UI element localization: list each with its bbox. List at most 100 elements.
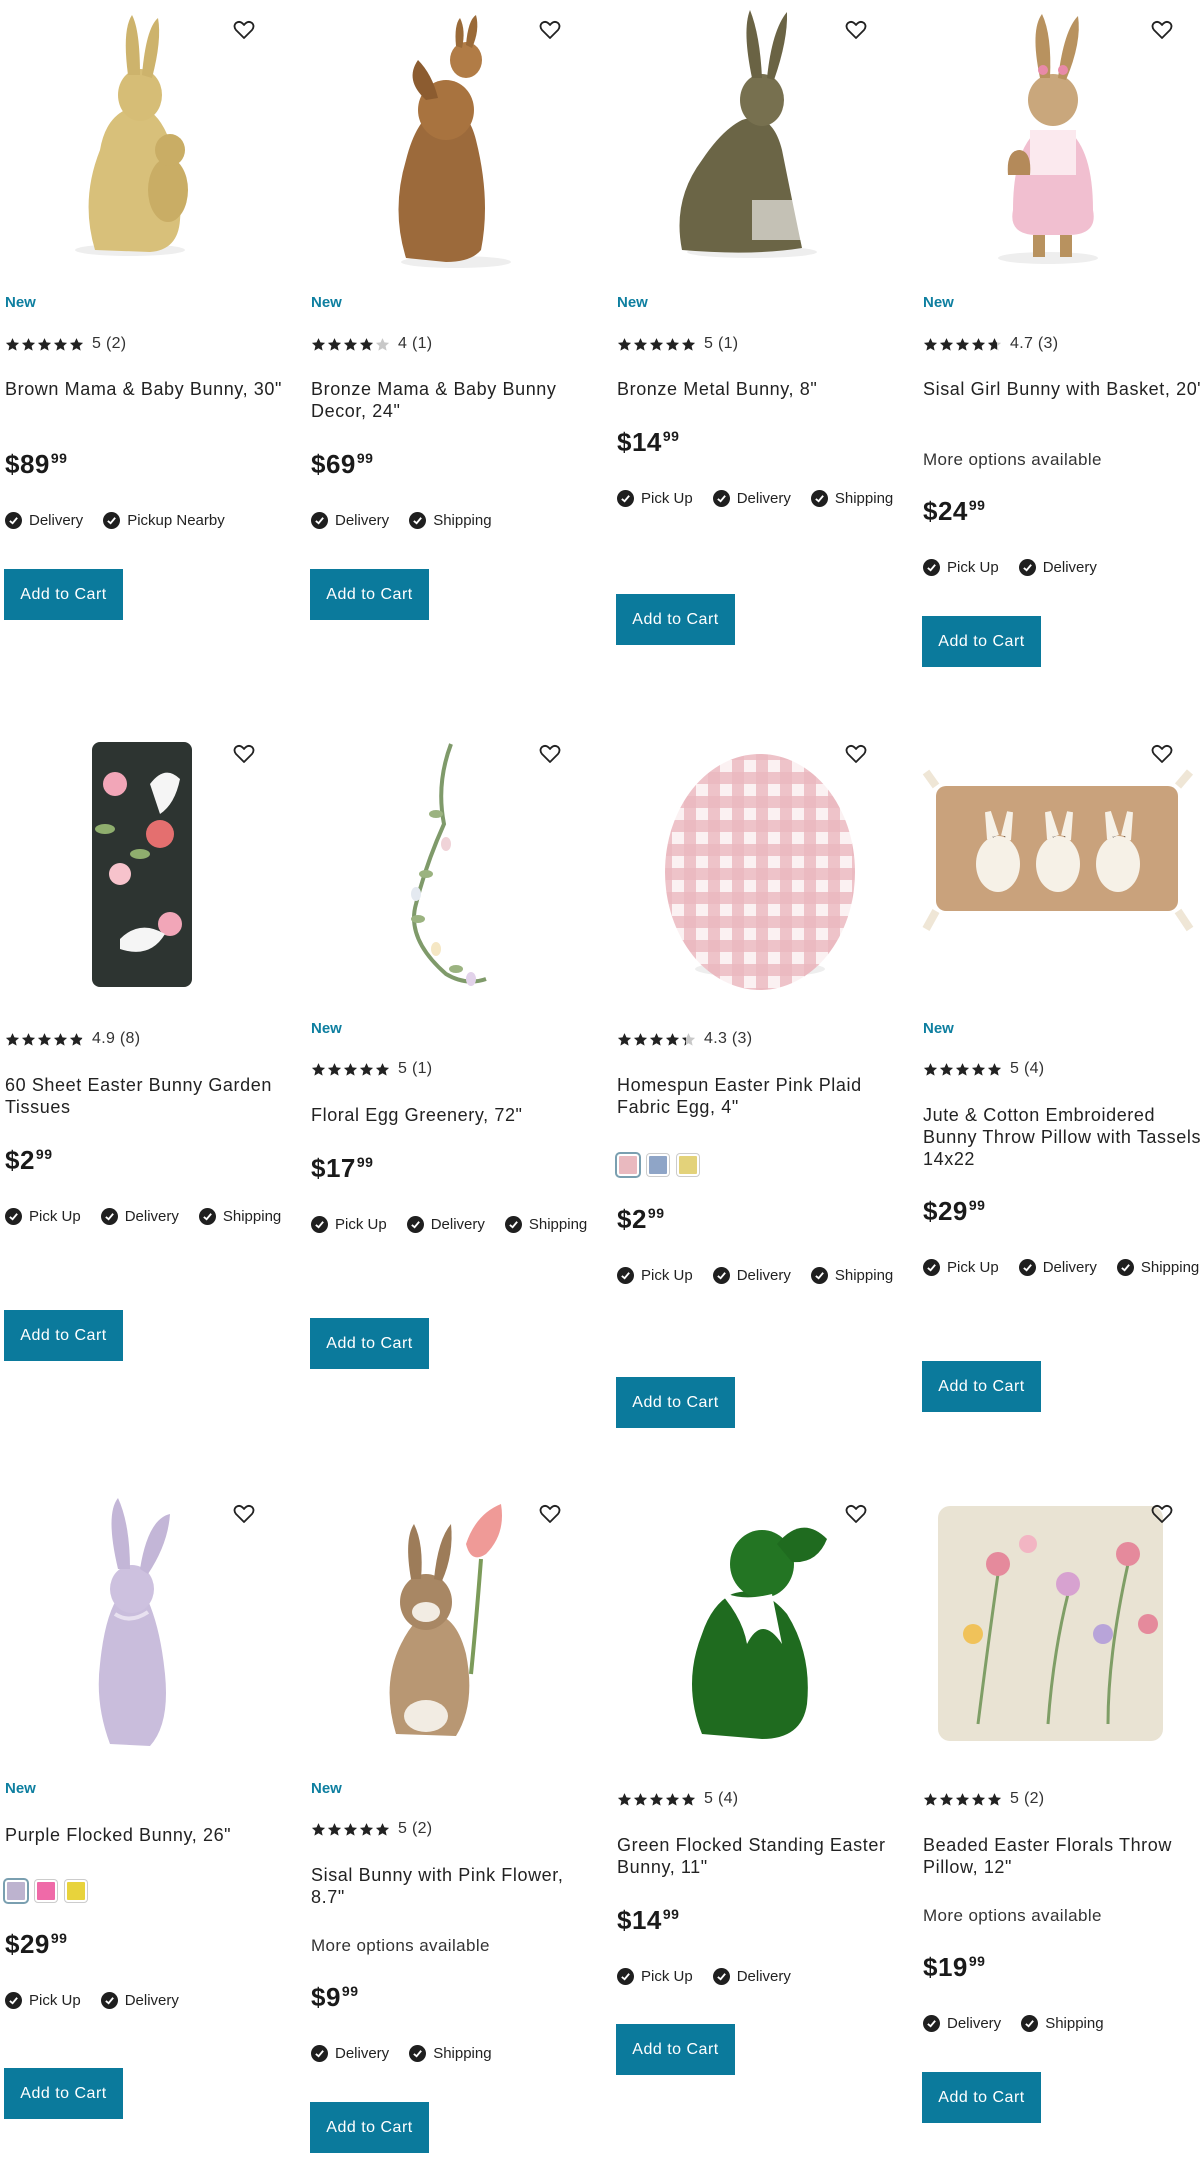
star-icon: [955, 337, 970, 351]
check-icon: [409, 511, 427, 529]
add-to-cart-button[interactable]: Add to Cart: [310, 2102, 429, 2153]
fulfillment-option: Pickup Nearby: [103, 508, 225, 532]
star-icon: [359, 1062, 374, 1076]
add-to-cart-button[interactable]: Add to Cart: [922, 2072, 1041, 2123]
wishlist-heart-icon[interactable]: [844, 1502, 868, 1526]
fulfillment-option: Shipping: [1021, 2011, 1104, 2035]
more-options-text[interactable]: More options available: [923, 1906, 1200, 1926]
product-title[interactable]: Brown Mama & Baby Bunny, 30": [5, 378, 290, 400]
star-icon: [311, 1822, 326, 1836]
fulfillment-options: Pick Up Delivery Shipping: [923, 1255, 1200, 1279]
add-to-cart-button[interactable]: Add to Cart: [4, 1310, 123, 1361]
rating[interactable]: 4 (1): [311, 335, 596, 353]
wishlist-heart-icon[interactable]: [1150, 18, 1174, 42]
color-swatch[interactable]: [617, 1154, 639, 1176]
fulfillment-options: Pick Up Delivery Shipping: [5, 1204, 295, 1228]
rating[interactable]: 5 (1): [617, 335, 902, 353]
fulfillment-option: Pick Up: [5, 1988, 81, 2012]
rating[interactable]: 5 (4): [617, 1790, 902, 1808]
rating-stars: [617, 1792, 696, 1807]
add-to-cart-button[interactable]: Add to Cart: [4, 2068, 123, 2119]
product-title[interactable]: Homespun Easter Pink Plaid Fabric Egg, 4…: [617, 1074, 902, 1118]
star-icon: [375, 1062, 390, 1076]
more-options-text[interactable]: More options available: [923, 450, 1200, 470]
star-icon: [21, 337, 36, 351]
rating[interactable]: 4.7 (3): [923, 335, 1200, 353]
star-icon: [327, 1822, 342, 1836]
check-icon: [923, 1258, 940, 1276]
check-icon: [5, 511, 22, 529]
star-icon: [987, 1792, 1002, 1806]
fulfillment-option: Delivery: [1018, 1255, 1097, 1279]
rating[interactable]: 5 (2): [923, 1790, 1200, 1808]
color-swatch[interactable]: [65, 1880, 87, 1902]
rating-count: 4.7 (3): [1010, 335, 1059, 352]
wishlist-heart-icon[interactable]: [844, 742, 868, 766]
product-title[interactable]: Bronze Metal Bunny, 8": [617, 378, 902, 400]
color-swatch[interactable]: [677, 1154, 699, 1176]
rating-count: 4.9 (8): [92, 1030, 141, 1047]
wishlist-heart-icon[interactable]: [844, 18, 868, 42]
star-icon: [5, 1032, 20, 1046]
rating-stars: [311, 1062, 390, 1077]
rating[interactable]: 4.9 (8): [5, 1030, 290, 1048]
product-card: New 4 (1) Bronze Mama & Baby Bunny Decor…: [306, 0, 606, 700]
star-icon: [633, 337, 648, 351]
product-title[interactable]: Green Flocked Standing Easter Bunny, 11": [617, 1834, 902, 1878]
star-icon: [955, 1062, 970, 1076]
color-swatch[interactable]: [35, 1880, 57, 1902]
rating[interactable]: 5 (2): [311, 1820, 596, 1838]
star-icon: [343, 1822, 358, 1836]
price: $299: [5, 1145, 53, 1175]
fulfillment-options: Pick Up Delivery: [923, 555, 1200, 579]
wishlist-heart-icon[interactable]: [538, 742, 562, 766]
check-icon: [406, 1215, 424, 1233]
price: $2999: [923, 1196, 986, 1226]
add-to-cart-button[interactable]: Add to Cart: [922, 616, 1041, 667]
rating-stars: [923, 337, 1002, 352]
add-to-cart-button[interactable]: Add to Cart: [616, 1377, 735, 1428]
rating[interactable]: 5 (4): [923, 1060, 1200, 1078]
star-icon: [343, 1062, 358, 1076]
add-to-cart-button[interactable]: Add to Cart: [310, 569, 429, 620]
wishlist-heart-icon[interactable]: [1150, 1502, 1174, 1526]
check-icon: [712, 1266, 730, 1284]
wishlist-heart-icon[interactable]: [538, 1502, 562, 1526]
product-title[interactable]: Sisal Bunny with Pink Flower, 8.7": [311, 1864, 596, 1908]
more-options-text[interactable]: More options available: [311, 1936, 596, 1956]
product-title[interactable]: Sisal Girl Bunny with Basket, 20": [923, 378, 1200, 400]
product-title[interactable]: Floral Egg Greenery, 72": [311, 1104, 596, 1126]
wishlist-heart-icon[interactable]: [232, 742, 256, 766]
wishlist-heart-icon[interactable]: [232, 1502, 256, 1526]
wishlist-heart-icon[interactable]: [1150, 742, 1174, 766]
check-icon: [810, 1266, 828, 1284]
add-to-cart-button[interactable]: Add to Cart: [4, 569, 123, 620]
fulfillment-option: Delivery: [5, 508, 83, 532]
check-icon: [5, 1207, 22, 1225]
product-title[interactable]: 60 Sheet Easter Bunny Garden Tissues: [5, 1074, 290, 1118]
wishlist-heart-icon[interactable]: [232, 18, 256, 42]
star-icon: [681, 1032, 696, 1046]
star-icon: [375, 1822, 390, 1836]
product-title[interactable]: Beaded Easter Florals Throw Pillow, 12": [923, 1834, 1200, 1878]
add-to-cart-button[interactable]: Add to Cart: [922, 1361, 1041, 1412]
check-icon: [810, 489, 828, 507]
color-swatch[interactable]: [647, 1154, 669, 1176]
rating-count: 5 (1): [398, 1060, 433, 1077]
rating[interactable]: 4.3 (3): [617, 1030, 902, 1048]
wishlist-heart-icon[interactable]: [538, 18, 562, 42]
star-icon: [971, 1062, 986, 1076]
product-title[interactable]: Purple Flocked Bunny, 26": [5, 1824, 290, 1846]
add-to-cart-button[interactable]: Add to Cart: [616, 594, 735, 645]
product-title[interactable]: Bronze Mama & Baby Bunny Decor, 24": [311, 378, 596, 422]
star-icon: [987, 1062, 1002, 1076]
fulfillment-option: Delivery: [100, 1204, 179, 1228]
rating[interactable]: 5 (2): [5, 335, 290, 353]
rating[interactable]: 5 (1): [311, 1060, 596, 1078]
fulfillment-option: Shipping: [810, 486, 893, 510]
add-to-cart-button[interactable]: Add to Cart: [310, 1318, 429, 1369]
color-swatch[interactable]: [5, 1880, 27, 1902]
product-title[interactable]: Jute & Cotton Embroidered Bunny Throw Pi…: [923, 1104, 1200, 1170]
price: $999: [311, 1982, 359, 2012]
add-to-cart-button[interactable]: Add to Cart: [616, 2024, 735, 2075]
